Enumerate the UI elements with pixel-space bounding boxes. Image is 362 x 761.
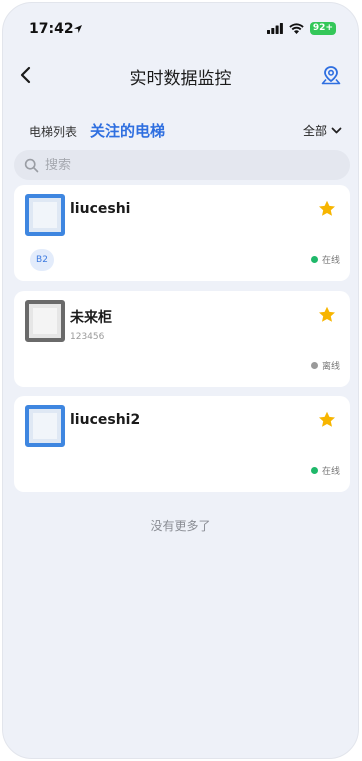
online-dot (310, 256, 318, 263)
search-icon (24, 158, 39, 172)
filter-label: 全部 (302, 124, 327, 138)
tab-bar: 电梯列表 关注的电梯 全部 (3, 115, 358, 145)
elevator-icon (25, 405, 65, 447)
tab-elevator-list[interactable]: 电梯列表 (29, 123, 77, 140)
elevator-code: 123456 (70, 332, 105, 342)
status-indicator: 离线 (310, 359, 340, 372)
status-text: 在线 (321, 256, 340, 266)
status-indicator: 在线 (310, 464, 340, 477)
elevator-name: 未来柜 (70, 310, 112, 326)
map-button[interactable] (318, 61, 344, 89)
map-pin-icon (321, 66, 341, 85)
search-input[interactable] (45, 157, 325, 173)
filter-dropdown[interactable]: 全部 (303, 122, 342, 139)
no-more-text: 没有更多了 (150, 519, 211, 533)
chevron-down-icon (331, 127, 342, 133)
nav-bar: 实时数据监控 (3, 53, 358, 97)
phone-screen: 17:42 92+ 实时数据监控 电梯列表 关注的电梯 全部 搜索 liuces… (2, 2, 359, 759)
elevator-name: liuceshi2 (70, 412, 141, 428)
status-text: 在线 (321, 467, 340, 477)
star-icon[interactable] (318, 306, 336, 323)
wifi-icon (289, 23, 304, 34)
star-icon[interactable] (318, 411, 336, 428)
offline-dot (310, 362, 318, 369)
elevator-icon (25, 194, 65, 236)
status-bar: 17:42 92+ (3, 3, 358, 47)
tab-followed-elevators[interactable]: 关注的电梯 (90, 120, 165, 141)
elevator-name: liuceshi (70, 201, 131, 217)
elevator-card[interactable]: 未来柜 123456 离线 (14, 291, 350, 387)
star-icon[interactable] (318, 200, 336, 217)
search-bar (14, 150, 350, 180)
page-title: 实时数据监控 (129, 69, 232, 89)
signal-icon (266, 23, 283, 34)
status-time: 17:42 (29, 21, 74, 37)
location-arrow-icon (74, 25, 82, 33)
floor-badge: B2 (30, 249, 54, 271)
status-indicator: 在线 (310, 253, 340, 266)
status-text: 离线 (321, 362, 340, 372)
elevator-icon (25, 300, 65, 342)
battery-icon: 92+ (309, 22, 336, 35)
status-icons: 92+ (266, 22, 336, 35)
online-dot (310, 467, 318, 474)
elevator-card[interactable]: liuceshi B2 在线 (14, 185, 350, 281)
elevator-card[interactable]: liuceshi2 在线 (14, 396, 350, 492)
